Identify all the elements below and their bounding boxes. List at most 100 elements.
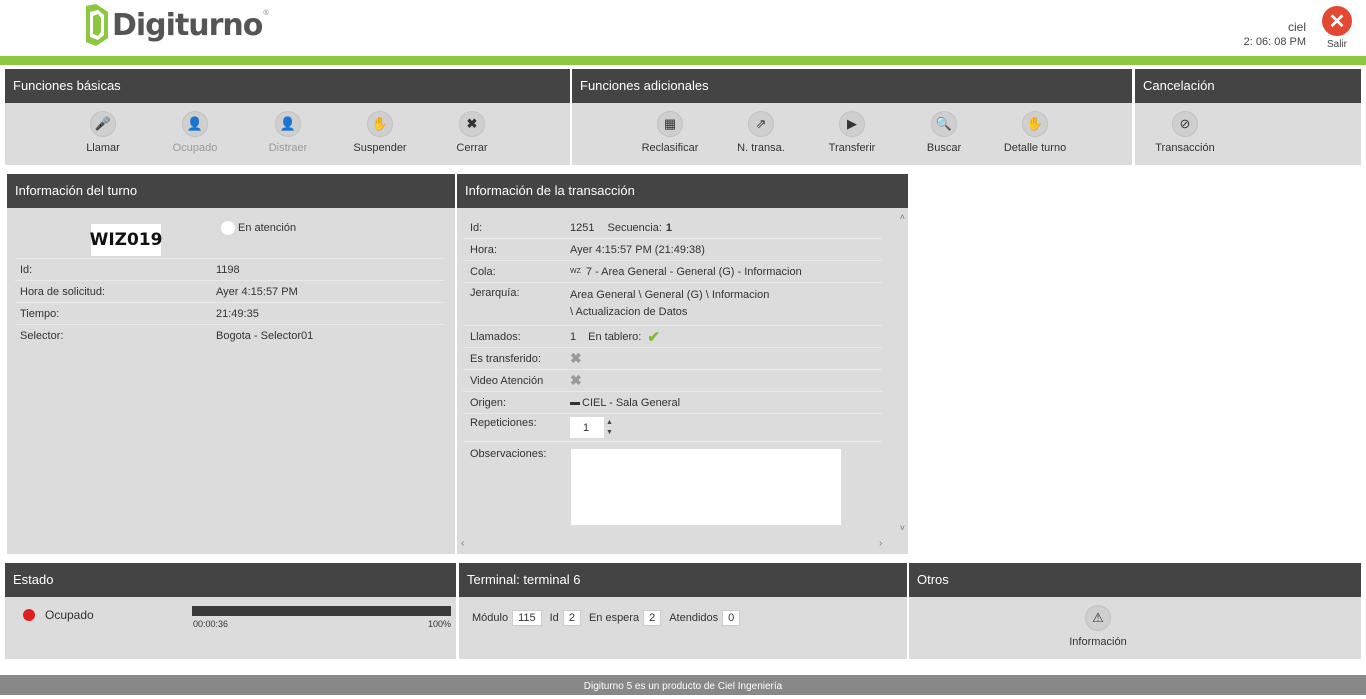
queue-prefix: WZ <box>570 268 581 275</box>
tx-key: Observaciones: <box>470 448 547 460</box>
module-value: 115 <box>512 610 542 626</box>
scroll-right-icon[interactable]: › <box>879 538 882 549</box>
others-panel: Otros ⚠ Información <box>909 563 1361 659</box>
exit-label[interactable]: Salir <box>1322 39 1352 50</box>
digiturno-logo: Digiturno ® <box>82 0 269 50</box>
busy-label: Ocupado <box>172 142 218 154</box>
basic-functions-panel: Funciones básicas 🎤 Llamar 👤 Ocupado 👤 D… <box>5 69 570 165</box>
observations-textarea[interactable] <box>570 448 842 526</box>
tx-row-id: Id: 1251 Secuencia: 1 <box>463 217 882 239</box>
turn-detail-label: Detalle turno <box>1003 142 1067 154</box>
cancel-transaction-icon: ⊘ <box>1172 111 1198 137</box>
tx-key: Jerarquía: <box>470 287 520 299</box>
status-progress-fill <box>192 606 451 616</box>
tx-key: Hora: <box>470 243 497 256</box>
warning-icon: ⚠ <box>1085 605 1111 631</box>
transfer-button[interactable]: ▶ Transferir <box>812 111 892 154</box>
tx-row-time: Hora: Ayer 4:15:57 PM (21:49:38) <box>463 239 882 261</box>
module-label: Módulo <box>472 612 509 624</box>
stepper-down-icon[interactable]: ▼ <box>606 428 613 438</box>
tx-row-video: Video Atención ✖ <box>463 370 882 392</box>
tx-queue-value: 7 - Area General - General (G) - Informa… <box>585 265 802 278</box>
others-title: Otros <box>909 563 1361 597</box>
basic-functions-title: Funciones básicas <box>5 69 570 103</box>
attended-label: Atendidos <box>669 612 719 624</box>
reclassify-button[interactable]: ▦ Reclasificar <box>630 111 710 154</box>
tx-sequence-value: 1 <box>665 221 673 234</box>
turn-row-request-time: Hora de solicitud: Ayer 4:15:57 PM <box>15 281 445 303</box>
terminal-id-label: Id <box>549 612 559 624</box>
call-button[interactable]: 🎤 Llamar <box>63 111 143 154</box>
tx-board-label: En tablero: <box>588 330 642 343</box>
transfer-label: Transferir <box>828 142 876 154</box>
turn-value: Bogota - Selector01 <box>216 330 314 342</box>
information-label: Información <box>1069 636 1127 648</box>
tx-key: Repeticiones: <box>470 417 537 429</box>
checkmark-icon: ✔ <box>647 328 660 346</box>
close-button[interactable]: ✖ Cerrar <box>432 111 512 154</box>
status-dot-icon <box>221 221 235 235</box>
scroll-left-icon[interactable]: ‹ <box>461 538 464 549</box>
repetitions-stepper[interactable]: ▲ ▼ <box>606 418 613 438</box>
tx-key: Cola: <box>470 265 496 278</box>
busy-button[interactable]: 👤 Ocupado <box>155 111 235 154</box>
scroll-up-icon[interactable]: ˄ <box>900 212 905 222</box>
transfer-icon: ▶ <box>839 111 865 137</box>
turn-info-title: Información del turno <box>7 174 455 208</box>
turn-info-panel: Información del turno WIZ019 En atención… <box>7 174 455 554</box>
terminal-title: Terminal: terminal 6 <box>459 563 907 597</box>
tx-row-queue: Cola: WZ 7 - Area General - General (G) … <box>463 261 882 283</box>
clock: 2: 06: 08 PM <box>1243 36 1306 48</box>
transaction-info-panel: Información de la transacción Id: 1251 S… <box>457 174 908 554</box>
search-label: Buscar <box>926 142 962 154</box>
terminal-id-value: 2 <box>562 610 581 626</box>
pause-icon: ✋ <box>367 111 393 137</box>
tx-hierarchy-line2: \ Actualizacion de Datos <box>570 306 688 318</box>
tx-key: Id: <box>470 221 483 234</box>
logo-mark-icon <box>82 2 110 48</box>
transaction-info-title: Información de la transacción <box>457 174 908 208</box>
turn-status: En atención <box>221 221 296 235</box>
search-button[interactable]: 🔍 Buscar <box>904 111 984 154</box>
new-transaction-button[interactable]: ⇗ N. transa. <box>721 111 801 154</box>
turn-value: 1198 <box>216 263 240 276</box>
turn-value: 21:49:35 <box>216 307 259 320</box>
tx-row-calls: Llamados: 1 En tablero: ✔ <box>463 326 882 348</box>
tx-id-value: 1251 <box>570 221 595 234</box>
tx-row-observations: Observaciones: <box>463 442 882 526</box>
ticket-number: WIZ019 <box>90 224 162 256</box>
scroll-down-icon[interactable]: ˅ <box>900 523 905 533</box>
cancel-transaction-button[interactable]: ⊘ Transacción <box>1145 111 1225 154</box>
repetitions-input[interactable]: 1 <box>570 417 604 438</box>
call-label: Llamar <box>86 142 120 154</box>
x-mark-icon: ✖ <box>570 372 582 388</box>
tx-row-repetitions: Repeticiones: 1 ▲ ▼ <box>463 414 882 442</box>
turn-key: Id: <box>20 263 33 276</box>
reclassify-label: Reclasificar <box>641 142 699 154</box>
brand-name: Digiturno <box>112 7 263 43</box>
status-title: Estado <box>5 563 456 597</box>
status-label: Ocupado <box>45 608 94 622</box>
distract-label: Distraer <box>268 142 308 154</box>
distract-button[interactable]: 👤 Distraer <box>248 111 328 154</box>
tx-key: Video Atención <box>470 374 544 387</box>
new-transaction-icon: ⇗ <box>748 111 774 137</box>
tx-row-hierarchy: Jerarquía: Area General \ General (G) \ … <box>463 283 882 326</box>
turn-info-rows: Id: 1198 Hora de solicitud: Ayer 4:15:57… <box>15 258 445 347</box>
search-icon: 🔍 <box>931 111 957 137</box>
cancel-transaction-label: Transacción <box>1155 142 1215 154</box>
suspend-button[interactable]: ✋ Suspender <box>340 111 420 154</box>
exit-button[interactable]: ✕ <box>1322 6 1352 36</box>
header-accent-line <box>0 56 1366 65</box>
microphone-icon: 🎤 <box>90 111 116 137</box>
waiting-label: En espera <box>588 612 640 624</box>
user-name: ciel <box>1287 20 1306 34</box>
new-transaction-label: N. transa. <box>737 142 785 154</box>
terminal-stats: Módulo 115 Id 2 En espera 2 Atendidos 0 <box>472 610 748 626</box>
cancel-panel: Cancelación ⊘ Transacción <box>1135 69 1361 165</box>
additional-functions-title: Funciones adicionales <box>572 69 1132 103</box>
turn-detail-button[interactable]: ✋ Detalle turno <box>995 111 1075 154</box>
suspend-label: Suspender <box>353 142 407 154</box>
stepper-up-icon[interactable]: ▲ <box>606 418 613 428</box>
information-button[interactable]: ⚠ Información <box>1058 605 1138 648</box>
